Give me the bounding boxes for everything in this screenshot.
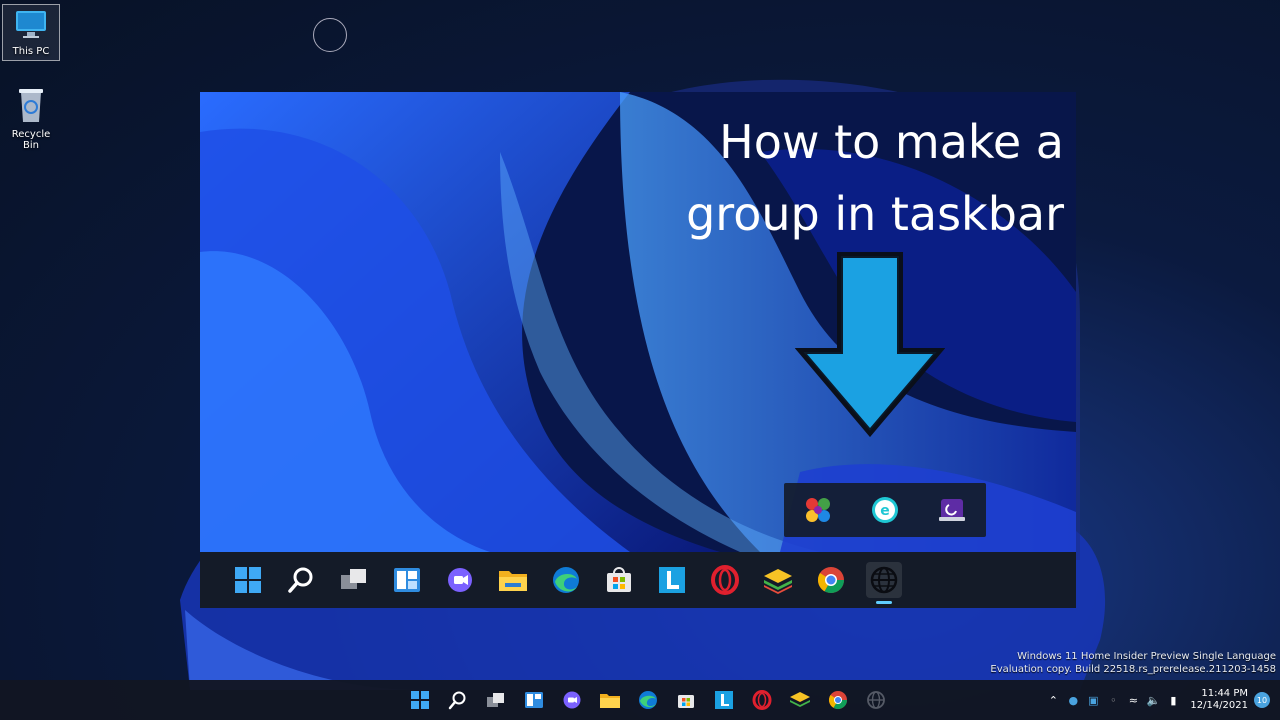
task-view-icon	[487, 693, 504, 707]
file-explorer-button[interactable]	[595, 685, 625, 715]
inner-task-view-button[interactable]	[336, 562, 372, 598]
widgets-icon	[525, 692, 543, 708]
multicolor-app-icon	[805, 498, 830, 522]
opera-icon	[752, 690, 772, 710]
group-app-2[interactable]: e	[867, 492, 903, 528]
headline: How to make a group in taskbar	[624, 106, 1064, 250]
volume-icon[interactable]: 🔈	[1146, 694, 1161, 707]
edge-icon	[553, 567, 579, 593]
monitor-icon	[16, 11, 46, 38]
chat-button[interactable]	[557, 685, 587, 715]
inner-file-explorer-button[interactable]	[495, 562, 531, 598]
store-button[interactable]	[671, 685, 701, 715]
notification-badge[interactable]: 10	[1254, 692, 1270, 708]
windows-start-icon	[235, 567, 261, 593]
l-app-icon	[659, 567, 685, 593]
chrome-button[interactable]	[823, 685, 853, 715]
edge-button[interactable]	[633, 685, 663, 715]
inner-start-button[interactable]	[230, 562, 266, 598]
windows-watermark: Windows 11 Home Insider Preview Single L…	[990, 650, 1276, 676]
taskbar: ⌃ ● ▣ ◦ ≈ 🔈 ▮ 11:44 PM 12/14/2021 10	[0, 680, 1280, 720]
search-icon	[448, 691, 466, 710]
group-button[interactable]	[861, 685, 891, 715]
file-explorer-icon	[499, 571, 527, 591]
this-pc-desktop-icon[interactable]: This PC	[2, 4, 60, 61]
headline-line-1: How to make a	[719, 115, 1064, 169]
l-app-button[interactable]	[709, 685, 739, 715]
group-app-1[interactable]	[800, 492, 836, 528]
inner-chat-button[interactable]	[442, 562, 478, 598]
globe-group-icon	[867, 691, 885, 709]
inner-widgets-button[interactable]	[389, 562, 425, 598]
taskbar-apps	[405, 684, 891, 716]
system-tray: ⌃ ● ▣ ◦ ≈ 🔈 ▮ 11:44 PM 12/14/2021 10	[1046, 680, 1270, 720]
bluestacks-button[interactable]	[785, 685, 815, 715]
cursor-ring	[313, 18, 347, 52]
eset-icon: e	[871, 497, 898, 523]
opera-button[interactable]	[747, 685, 777, 715]
chevron-up-icon[interactable]: ⌃	[1046, 694, 1060, 707]
tray-app-icon[interactable]: ▣	[1086, 694, 1100, 707]
windows-start-icon	[411, 691, 429, 709]
search-icon	[288, 567, 313, 593]
recycle-bin-label: Recycle Bin	[11, 129, 51, 151]
widgets-icon	[394, 568, 420, 592]
cleaner-app-icon	[939, 499, 966, 521]
bluestacks-icon	[764, 569, 792, 594]
opera-icon	[711, 565, 739, 595]
battery-icon[interactable]: ▮	[1166, 694, 1180, 707]
bluestacks-icon	[790, 692, 810, 707]
widgets-button[interactable]	[519, 685, 549, 715]
skype-icon[interactable]: ●	[1066, 694, 1080, 707]
inner-bluestacks-button[interactable]	[760, 562, 796, 598]
recycle-bin-desktop-icon[interactable]: Recycle Bin	[3, 86, 59, 151]
this-pc-label: This PC	[12, 46, 50, 57]
inner-store-button[interactable]	[601, 562, 637, 598]
inner-l-app-button[interactable]	[654, 562, 690, 598]
globe-group-icon	[870, 566, 898, 594]
teams-chat-icon	[563, 691, 581, 709]
taskbar-group-popup: e	[784, 483, 986, 537]
watermark-line-1: Windows 11 Home Insider Preview Single L…	[1017, 651, 1276, 662]
edge-icon	[639, 691, 657, 709]
down-arrow-icon	[795, 252, 945, 437]
tray-app-2-icon[interactable]: ◦	[1106, 694, 1120, 707]
teams-chat-icon	[448, 568, 472, 592]
clock[interactable]: 11:44 PM 12/14/2021	[1190, 688, 1248, 712]
wifi-icon[interactable]: ≈	[1126, 694, 1140, 707]
clock-date: 12/14/2021	[1190, 700, 1248, 711]
l-app-icon	[715, 691, 733, 709]
watermark-line-2: Evaluation copy. Build 22518.rs_prerelea…	[990, 664, 1276, 675]
recycle-bin-icon	[19, 89, 43, 122]
headline-line-2: group in taskbar	[686, 187, 1064, 241]
inner-search-button[interactable]	[283, 562, 319, 598]
chrome-icon	[817, 567, 845, 594]
inner-edge-button[interactable]	[548, 562, 584, 598]
inner-chrome-button[interactable]	[813, 562, 849, 598]
inner-group-button[interactable]	[866, 562, 902, 604]
svg-text:e: e	[880, 503, 890, 519]
inner-screenshot: How to make a group in taskbar e	[200, 92, 1076, 608]
clock-time: 11:44 PM	[1201, 688, 1248, 699]
store-icon	[607, 567, 631, 592]
file-explorer-icon	[600, 694, 620, 708]
store-icon	[678, 695, 694, 708]
task-view-icon	[341, 569, 366, 589]
inner-taskbar	[200, 552, 1076, 608]
group-app-3[interactable]	[934, 492, 970, 528]
inner-opera-button[interactable]	[707, 562, 743, 598]
search-button[interactable]	[443, 685, 473, 715]
chrome-icon	[828, 691, 847, 710]
task-view-button[interactable]	[481, 685, 511, 715]
start-button[interactable]	[405, 685, 435, 715]
